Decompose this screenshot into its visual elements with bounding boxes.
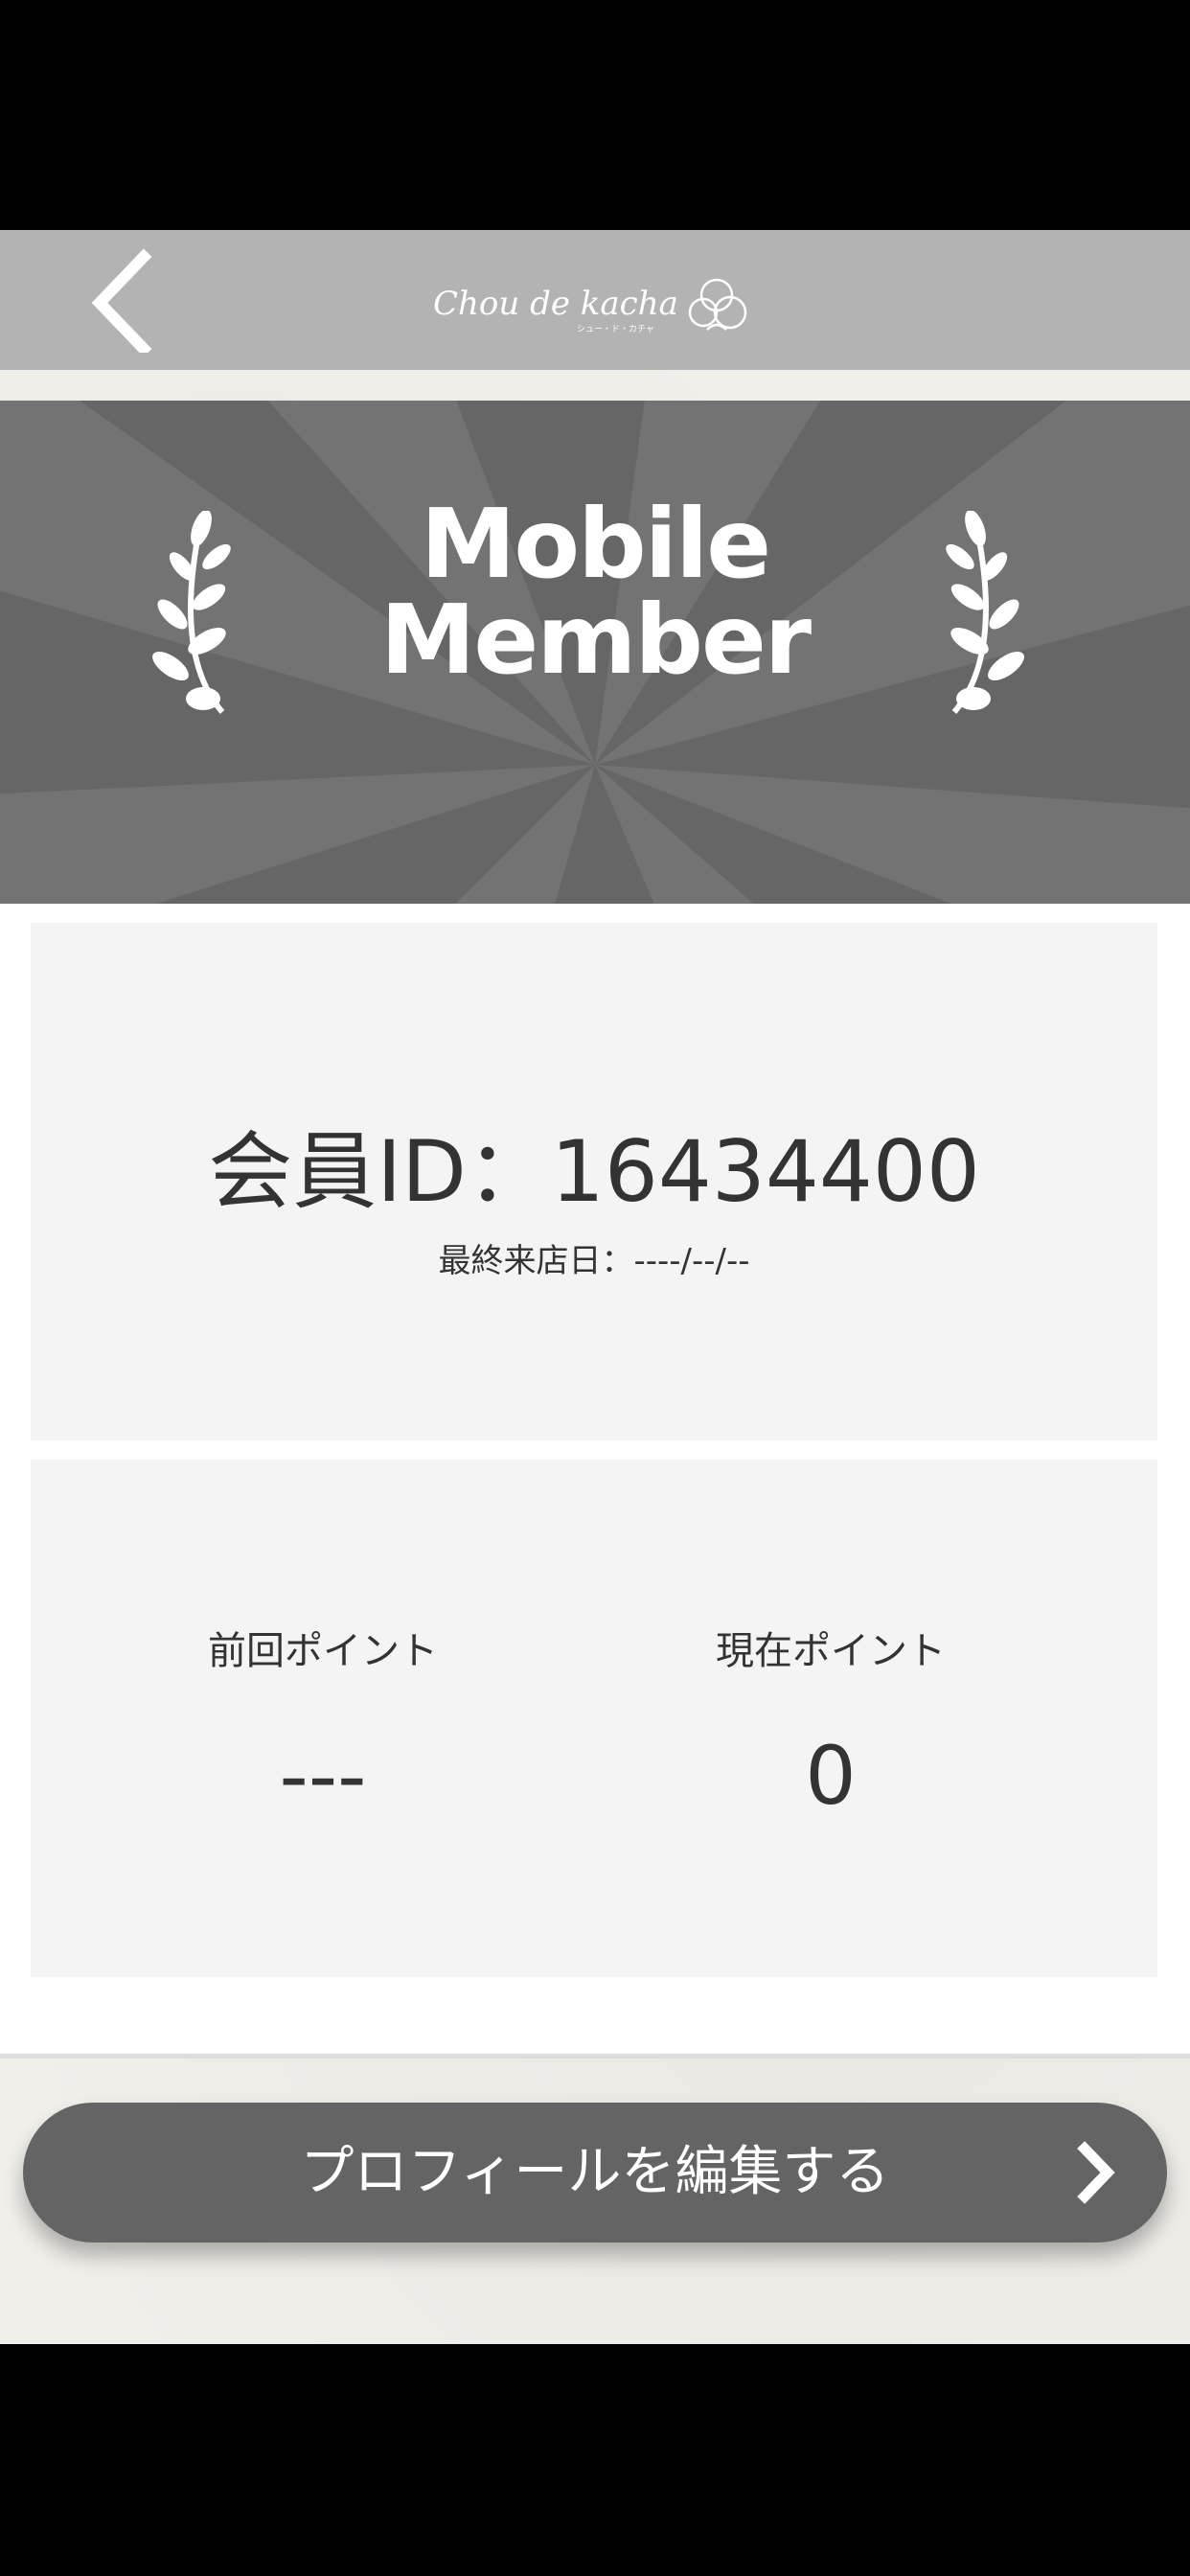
current-points-value: 0 [805, 1729, 857, 1823]
previous-points-label: 前回ポイント [208, 1629, 438, 1673]
banner-title: Mobile Member [0, 496, 1190, 688]
cotton-flower-icon [688, 278, 747, 331]
svg-text:シュー・ド・カチャ: シュー・ド・カチャ [577, 324, 654, 334]
chevron-right-icon [1077, 2141, 1115, 2204]
edit-profile-button[interactable]: プロフィールを編集する [23, 2103, 1167, 2242]
previous-points: 前回ポイント --- [64, 1622, 582, 1824]
previous-points-value: --- [279, 1729, 367, 1823]
banner-title-line2: Member [379, 584, 812, 696]
points-card: 前回ポイント --- 現在ポイント 0 [31, 1460, 1157, 1977]
status-bar [0, 0, 1190, 230]
last-visit-date: 最終来店日：----/--/-- [438, 1242, 750, 1280]
edit-profile-label: プロフィールを編集する [300, 2141, 890, 2203]
member-id-card: 会員ID：16434400 最終来店日：----/--/-- [31, 923, 1157, 1440]
chevron-left-icon [91, 248, 152, 357]
current-points: 現在ポイント 0 [572, 1622, 1089, 1824]
mobile-member-banner: Mobile Member [0, 401, 1190, 904]
svg-text:Chou de kacha: Chou de kacha [433, 285, 678, 323]
current-points-label: 現在ポイント [716, 1629, 946, 1673]
header-bar: Chou de kacha シュー・ド・カチャ [0, 230, 1190, 370]
member-id: 会員ID：16434400 [208, 1122, 980, 1221]
back-button[interactable] [77, 247, 182, 357]
member-content: 会員ID：16434400 最終来店日：----/--/-- 前回ポイント --… [0, 904, 1190, 2058]
app-screen: Chou de kacha シュー・ド・カチャ Mobile Member 会員… [0, 230, 1190, 2344]
bottom-bar [0, 2344, 1190, 2576]
brand-logo: Chou de kacha シュー・ド・カチャ [433, 259, 759, 341]
banner-title-line1: Mobile [420, 488, 771, 600]
